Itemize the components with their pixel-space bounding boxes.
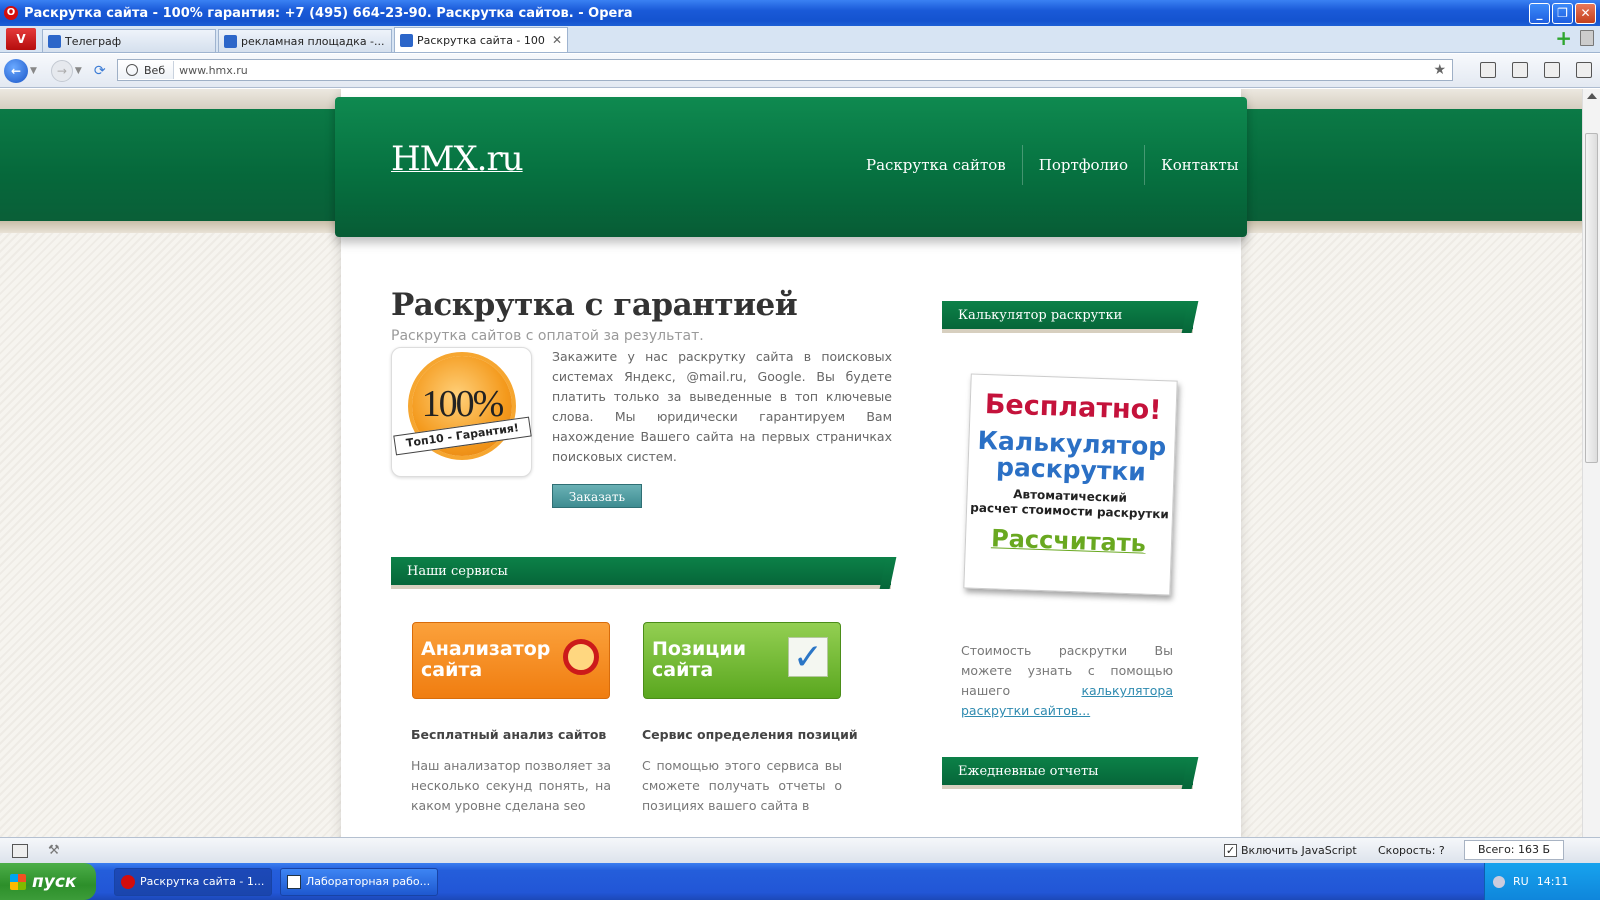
clock[interactable]: 14:11: [1537, 875, 1569, 888]
close-button[interactable]: ✕: [1575, 3, 1596, 24]
trash-icon[interactable]: [1580, 30, 1594, 46]
opera-logo-icon: O: [4, 6, 18, 20]
speed-indicator: Скорость: ?: [1378, 844, 1445, 857]
tab-hmx-active[interactable]: Раскрутка сайта - 100... ✕: [394, 27, 568, 52]
intro-text: Закажите у нас раскрутку сайта в поисков…: [552, 349, 892, 464]
bookmark-star-icon[interactable]: ★: [1433, 62, 1446, 78]
speed-dial-icon[interactable]: [1576, 62, 1592, 78]
opera-menu-button[interactable]: V: [6, 28, 36, 50]
checkmark-icon: ✓: [788, 637, 828, 678]
taskbar-item-word[interactable]: Лабораторная рабо...: [280, 867, 438, 896]
taskbar-item-label: Лабораторная рабо...: [306, 875, 431, 888]
maximize-button[interactable]: ❐: [1552, 3, 1573, 24]
tab-label: рекламная площадка -...: [241, 34, 385, 48]
taskbar-item-opera[interactable]: Раскрутка сайта - 1...: [114, 867, 272, 896]
promo-calculate-cta[interactable]: Рассчитать: [966, 523, 1172, 558]
start-label: пуск: [32, 871, 77, 892]
forward-button[interactable]: →: [50, 59, 73, 82]
network-icon[interactable]: [1493, 875, 1505, 888]
calculator-heading-label: Калькулятор раскрутки: [958, 308, 1123, 323]
word-document-icon: [287, 874, 301, 889]
analyzer-card[interactable]: Анализатор сайта: [412, 622, 610, 699]
address-toolbar: ← ▼ → ▼ ⟳ Веб www.hmx.ru ★: [0, 54, 1600, 88]
windows-taskbar: пуск Раскрутка сайта - 1... Лабораторная…: [0, 863, 1600, 900]
panel-toggle-icon[interactable]: [12, 843, 28, 858]
tab-favicon-icon: [224, 34, 237, 48]
window-controls: _ ❐ ✕: [1529, 3, 1596, 24]
javascript-toggle[interactable]: ✓ Включить JavaScript: [1224, 844, 1357, 857]
tab-favicon-icon: [48, 34, 61, 48]
start-button[interactable]: пуск: [0, 863, 96, 900]
daily-reports-heading-label: Ежедневные отчеты: [958, 764, 1099, 779]
window-titlebar[interactable]: O Раскрутка сайта - 100% гарантия: +7 (4…: [0, 0, 1600, 26]
system-tray: RU 14:11: [1484, 863, 1600, 900]
vertical-scrollbar[interactable]: [1582, 89, 1600, 837]
positions-title[interactable]: Сервис определения позиций: [642, 727, 858, 742]
services-heading: Наши сервисы: [391, 557, 891, 589]
scroll-thumb[interactable]: [1585, 133, 1598, 463]
taskbar-item-label: Раскрутка сайта - 1...: [140, 875, 265, 888]
calculator-heading: Калькулятор раскрутки: [942, 301, 1193, 333]
total-traffic: Всего: 163 Б: [1464, 840, 1564, 860]
tab-label: Раскрутка сайта - 100...: [417, 33, 546, 47]
nav-item-contacts[interactable]: Контакты: [1145, 156, 1255, 174]
tab-label: Телеграф: [65, 34, 122, 48]
daily-reports-heading: Ежедневные отчеты: [942, 757, 1193, 789]
promo-free: Бесплатно!: [984, 388, 1163, 427]
page-viewport[interactable]: HMX.ru Раскрутка сайтов Портфолио Контак…: [0, 89, 1582, 837]
folder-icon[interactable]: [1544, 62, 1560, 78]
promo-title-line2: раскрутки: [995, 452, 1147, 487]
back-button[interactable]: ←: [4, 58, 28, 83]
reload-icon[interactable]: ⟳: [94, 63, 106, 79]
web-badge[interactable]: Веб: [118, 61, 175, 79]
guarantee-badge: 100% Топ10 - Гарантия!: [391, 347, 532, 477]
javascript-label: Включить JavaScript: [1241, 844, 1357, 857]
page-title: Раскрутка с гарантией: [391, 287, 798, 323]
status-bar: ⚒ ✓ Включить JavaScript Скорость: ? Всег…: [0, 837, 1600, 863]
order-button[interactable]: Заказать: [552, 484, 642, 508]
nav-item-promotion[interactable]: Раскрутка сайтов: [850, 156, 1022, 174]
toolbar-right-icons: [1480, 62, 1592, 78]
wrench-icon[interactable]: ⚒: [48, 843, 60, 858]
calculator-text: Стоимость раскрутки Вы можете узнать с п…: [961, 641, 1173, 721]
globe-icon: [126, 64, 138, 76]
tab-ad-platform[interactable]: рекламная площадка -...: [218, 29, 392, 52]
calculator-promo-banner[interactable]: Бесплатно! Калькулятор раскрутки Автомат…: [963, 373, 1178, 596]
analyzer-title[interactable]: Бесплатный анализ сайтов: [411, 727, 606, 742]
positions-text: С помощью этого сервиса вы сможете получ…: [642, 758, 842, 813]
magnifier-icon: [563, 639, 599, 675]
tabbar-actions: +: [1555, 28, 1594, 48]
qr-code-icon[interactable]: [1512, 62, 1528, 78]
minimize-button[interactable]: _: [1529, 3, 1550, 24]
page-subtitle: Раскрутка сайтов с оплатой за результат.: [391, 328, 704, 344]
web-badge-label: Веб: [144, 63, 166, 77]
services-heading-label: Наши сервисы: [407, 564, 508, 579]
site-logo[interactable]: HMX.ru: [391, 139, 524, 179]
language-indicator[interactable]: RU: [1513, 875, 1529, 888]
windows-flag-icon: [10, 873, 26, 890]
print-icon[interactable]: [1480, 62, 1496, 78]
javascript-checkbox[interactable]: ✓: [1224, 844, 1237, 857]
tab-telegraf[interactable]: Телеграф: [42, 29, 216, 52]
address-field[interactable]: Веб www.hmx.ru ★: [117, 59, 1453, 81]
tab-close-icon[interactable]: ✕: [552, 33, 562, 47]
back-history-chevron-icon[interactable]: ▼: [30, 66, 37, 76]
tab-favicon-icon: [400, 33, 413, 47]
window-title: Раскрутка сайта - 100% гарантия: +7 (495…: [24, 5, 633, 21]
forward-history-chevron-icon[interactable]: ▼: [75, 66, 82, 76]
analyzer-text: Наш анализатор позволяет за несколько се…: [411, 758, 611, 813]
main-nav: Раскрутка сайтов Портфолио Контакты: [850, 145, 1255, 185]
tab-bar: V Телеграф рекламная площадка -... Раскр…: [0, 26, 1600, 53]
scroll-up-arrow-icon[interactable]: [1587, 93, 1597, 99]
opera-icon: [121, 874, 135, 889]
positions-card[interactable]: Позиции сайта ✓: [643, 622, 841, 699]
nav-item-portfolio[interactable]: Портфолио: [1023, 156, 1144, 174]
badge-percent: 100%: [421, 383, 505, 425]
new-tab-plus-icon[interactable]: +: [1555, 28, 1572, 48]
url-text[interactable]: www.hmx.ru: [174, 64, 248, 77]
